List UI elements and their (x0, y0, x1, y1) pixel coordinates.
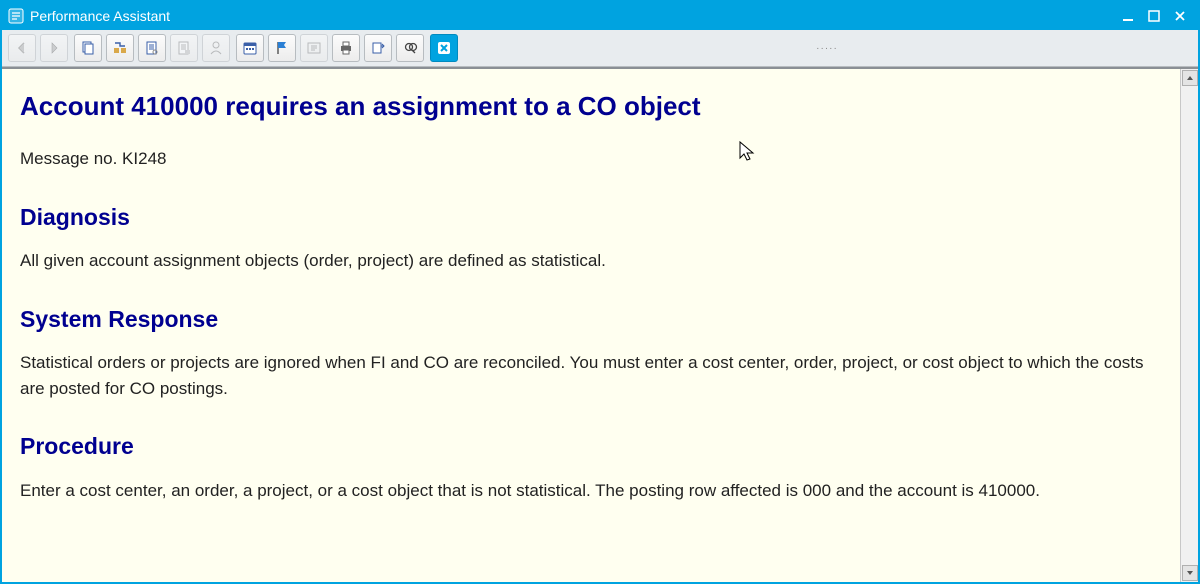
maximize-button[interactable] (1142, 7, 1166, 25)
close-help-button[interactable] (430, 34, 458, 62)
nav-forward-button[interactable] (40, 34, 68, 62)
system-response-heading: System Response (20, 302, 1162, 337)
content-area: Account 410000 requires an assignment to… (2, 67, 1198, 582)
procedure-heading: Procedure (20, 429, 1162, 464)
scroll-down-button[interactable] (1182, 565, 1198, 581)
diagnosis-heading: Diagnosis (20, 200, 1162, 235)
toolbar-grip: ····· (462, 43, 1192, 54)
toolbar: ····· (2, 30, 1198, 67)
help-content: Account 410000 requires an assignment to… (2, 69, 1180, 582)
close-window-button[interactable] (1168, 7, 1192, 25)
calendar-button[interactable] (236, 34, 264, 62)
appl-help-button[interactable] (300, 34, 328, 62)
print-button[interactable] (332, 34, 360, 62)
scroll-up-button[interactable] (1182, 70, 1198, 86)
customize2-button[interactable] (170, 34, 198, 62)
diagnosis-text: All given account assignment objects (or… (20, 248, 1162, 274)
tech-info-button[interactable] (106, 34, 134, 62)
procedure-text: Enter a cost center, an order, a project… (20, 478, 1162, 504)
find-button[interactable] (396, 34, 424, 62)
app-icon (8, 8, 24, 24)
vertical-scrollbar[interactable] (1180, 69, 1198, 582)
message-title: Account 410000 requires an assignment to… (20, 87, 1162, 126)
copy-button[interactable] (74, 34, 102, 62)
user-button[interactable] (202, 34, 230, 62)
customize-button[interactable] (138, 34, 166, 62)
window-title: Performance Assistant (30, 8, 1114, 24)
message-number: Message no. KI248 (20, 146, 1162, 172)
nav-back-button[interactable] (8, 34, 36, 62)
export-button[interactable] (364, 34, 392, 62)
performance-assistant-window: Performance Assistant (0, 0, 1200, 584)
system-response-text: Statistical orders or projects are ignor… (20, 350, 1162, 401)
flag-button[interactable] (268, 34, 296, 62)
titlebar: Performance Assistant (2, 2, 1198, 30)
minimize-button[interactable] (1116, 7, 1140, 25)
